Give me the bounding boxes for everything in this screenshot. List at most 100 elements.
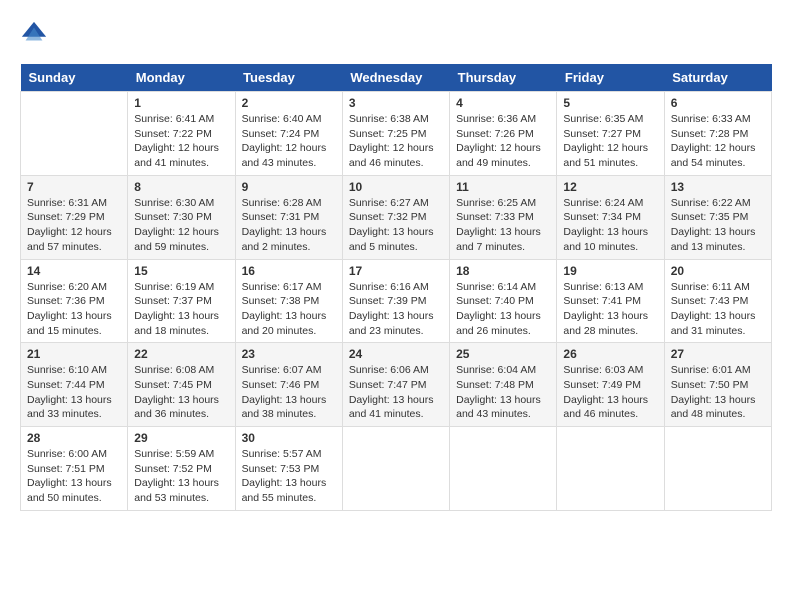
week-row-0: 1 Sunrise: 6:41 AMSunset: 7:22 PMDaylight… [21,92,772,176]
week-row-4: 28 Sunrise: 6:00 AMSunset: 7:51 PMDayligh… [21,427,772,511]
header-thursday: Thursday [450,64,557,92]
day-cell: 15Sunrise: 6:19 AMSunset: 7:37 PMDayligh… [128,259,235,343]
day-number: 26 [563,347,657,361]
day-cell: 10Sunrise: 6:27 AMSunset: 7:32 PMDayligh… [342,175,449,259]
day-info: Sunrise: 6:04 AMSunset: 7:48 PMDaylight:… [456,363,550,422]
calendar-table: SundayMondayTuesdayWednesdayThursdayFrid… [20,64,772,511]
day-number: 22 [134,347,228,361]
day-cell: 13Sunrise: 6:22 AMSunset: 7:35 PMDayligh… [664,175,771,259]
day-info: Sunrise: 6:06 AMSunset: 7:47 PMDaylight:… [349,363,443,422]
day-info: Sunrise: 6:08 AMSunset: 7:45 PMDaylight:… [134,363,228,422]
day-info: Sunrise: 6:07 AMSunset: 7:46 PMDaylight:… [242,363,336,422]
day-info: Sunrise: 6:20 AMSunset: 7:36 PMDaylight:… [27,280,121,339]
day-number: 11 [456,180,550,194]
day-cell: 24Sunrise: 6:06 AMSunset: 7:47 PMDayligh… [342,343,449,427]
day-cell: 29 Sunrise: 5:59 AMSunset: 7:52 PMDayligh… [128,427,235,511]
day-number: 23 [242,347,336,361]
day-info: Sunrise: 6:41 AMSunset: 7:22 PMDaylight:… [134,112,228,171]
day-number: 20 [671,264,765,278]
day-cell: 17 Sunrise: 6:16 AMSunset: 7:39 PMDayligh… [342,259,449,343]
day-number: 21 [27,347,121,361]
day-info: Sunrise: 6:35 AMSunset: 7:27 PMDaylight:… [563,112,657,171]
day-cell: 14 Sunrise: 6:20 AMSunset: 7:36 PMDayligh… [21,259,128,343]
day-cell: 23 Sunrise: 6:07 AMSunset: 7:46 PMDayligh… [235,343,342,427]
day-info: Sunrise: 6:16 AMSunset: 7:39 PMDaylight:… [349,280,443,339]
day-cell: 1 Sunrise: 6:41 AMSunset: 7:22 PMDaylight… [128,92,235,176]
day-cell: 2 Sunrise: 6:40 AMSunset: 7:24 PMDaylight… [235,92,342,176]
day-cell: 19 Sunrise: 6:13 AMSunset: 7:41 PMDayligh… [557,259,664,343]
day-info: Sunrise: 6:38 AMSunset: 7:25 PMDaylight:… [349,112,443,171]
day-cell: 8Sunrise: 6:30 AMSunset: 7:30 PMDaylight… [128,175,235,259]
day-info: Sunrise: 6:00 AMSunset: 7:51 PMDaylight:… [27,447,121,506]
page-header [20,20,772,48]
day-info: Sunrise: 6:03 AMSunset: 7:49 PMDaylight:… [563,363,657,422]
day-info: Sunrise: 5:57 AMSunset: 7:53 PMDaylight:… [242,447,336,506]
header-monday: Monday [128,64,235,92]
header-tuesday: Tuesday [235,64,342,92]
day-number: 3 [349,96,443,110]
day-number: 30 [242,431,336,445]
day-number: 7 [27,180,121,194]
day-cell: 18 Sunrise: 6:14 AMSunset: 7:40 PMDayligh… [450,259,557,343]
day-cell: 28 Sunrise: 6:00 AMSunset: 7:51 PMDayligh… [21,427,128,511]
day-cell: 11 Sunrise: 6:25 AMSunset: 7:33 PMDayligh… [450,175,557,259]
week-row-3: 21 Sunrise: 6:10 AMSunset: 7:44 PMDayligh… [21,343,772,427]
day-cell: 6 Sunrise: 6:33 AMSunset: 7:28 PMDaylight… [664,92,771,176]
day-info: Sunrise: 6:25 AMSunset: 7:33 PMDaylight:… [456,196,550,255]
day-number: 14 [27,264,121,278]
day-cell: 22 Sunrise: 6:08 AMSunset: 7:45 PMDayligh… [128,343,235,427]
header-wednesday: Wednesday [342,64,449,92]
week-row-2: 14 Sunrise: 6:20 AMSunset: 7:36 PMDayligh… [21,259,772,343]
day-cell [342,427,449,511]
day-cell: 7 Sunrise: 6:31 AMSunset: 7:29 PMDaylight… [21,175,128,259]
day-info: Sunrise: 6:19 AMSunset: 7:37 PMDaylight:… [134,280,228,339]
day-number: 29 [134,431,228,445]
day-number: 9 [242,180,336,194]
day-info: Sunrise: 6:33 AMSunset: 7:28 PMDaylight:… [671,112,765,171]
day-cell: 5 Sunrise: 6:35 AMSunset: 7:27 PMDaylight… [557,92,664,176]
day-number: 12 [563,180,657,194]
day-number: 28 [27,431,121,445]
day-info: Sunrise: 6:27 AMSunset: 7:32 PMDaylight:… [349,196,443,255]
day-info: Sunrise: 6:13 AMSunset: 7:41 PMDaylight:… [563,280,657,339]
day-cell [664,427,771,511]
day-cell: 26 Sunrise: 6:03 AMSunset: 7:49 PMDayligh… [557,343,664,427]
day-info: Sunrise: 5:59 AMSunset: 7:52 PMDaylight:… [134,447,228,506]
day-info: Sunrise: 6:17 AMSunset: 7:38 PMDaylight:… [242,280,336,339]
day-number: 13 [671,180,765,194]
day-number: 4 [456,96,550,110]
day-number: 5 [563,96,657,110]
day-info: Sunrise: 6:24 AMSunset: 7:34 PMDaylight:… [563,196,657,255]
day-cell [557,427,664,511]
day-info: Sunrise: 6:01 AMSunset: 7:50 PMDaylight:… [671,363,765,422]
header-saturday: Saturday [664,64,771,92]
week-row-1: 7 Sunrise: 6:31 AMSunset: 7:29 PMDaylight… [21,175,772,259]
day-cell: 4Sunrise: 6:36 AMSunset: 7:26 PMDaylight… [450,92,557,176]
day-number: 18 [456,264,550,278]
day-cell: 20 Sunrise: 6:11 AMSunset: 7:43 PMDayligh… [664,259,771,343]
day-number: 19 [563,264,657,278]
day-cell: 3 Sunrise: 6:38 AMSunset: 7:25 PMDaylight… [342,92,449,176]
day-number: 2 [242,96,336,110]
header-sunday: Sunday [21,64,128,92]
day-number: 6 [671,96,765,110]
day-number: 25 [456,347,550,361]
logo [20,20,52,48]
day-cell: 21 Sunrise: 6:10 AMSunset: 7:44 PMDayligh… [21,343,128,427]
day-cell [450,427,557,511]
day-number: 17 [349,264,443,278]
day-number: 8 [134,180,228,194]
day-info: Sunrise: 6:10 AMSunset: 7:44 PMDaylight:… [27,363,121,422]
day-cell: 27 Sunrise: 6:01 AMSunset: 7:50 PMDayligh… [664,343,771,427]
day-info: Sunrise: 6:31 AMSunset: 7:29 PMDaylight:… [27,196,121,255]
day-info: Sunrise: 6:11 AMSunset: 7:43 PMDaylight:… [671,280,765,339]
day-number: 1 [134,96,228,110]
day-info: Sunrise: 6:40 AMSunset: 7:24 PMDaylight:… [242,112,336,171]
day-cell [21,92,128,176]
header-row: SundayMondayTuesdayWednesdayThursdayFrid… [21,64,772,92]
day-cell: 30 Sunrise: 5:57 AMSunset: 7:53 PMDayligh… [235,427,342,511]
day-number: 27 [671,347,765,361]
header-friday: Friday [557,64,664,92]
day-cell: 9Sunrise: 6:28 AMSunset: 7:31 PMDaylight… [235,175,342,259]
day-info: Sunrise: 6:14 AMSunset: 7:40 PMDaylight:… [456,280,550,339]
